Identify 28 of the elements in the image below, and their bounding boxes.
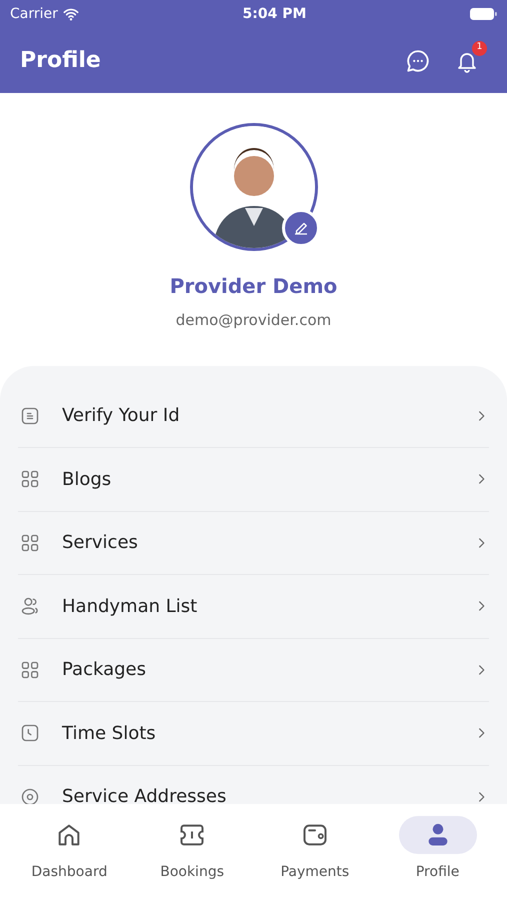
- battery-icon: [469, 7, 497, 21]
- menu-item[interactable]: Time Slots: [18, 702, 489, 766]
- grid-icon: [20, 660, 40, 680]
- chat-button[interactable]: [405, 48, 431, 74]
- nav-tab[interactable]: Payments: [254, 816, 376, 900]
- users-icon: [20, 596, 40, 616]
- menu-item[interactable]: Verify Your Id: [18, 384, 489, 448]
- nav-tab[interactable]: Bookings: [130, 816, 254, 900]
- nav-tab[interactable]: Dashboard: [8, 816, 131, 900]
- clock-icon: [20, 723, 40, 744]
- profile-email: demo@provider.com: [174, 310, 332, 331]
- menu-item[interactable]: Packages: [18, 638, 489, 702]
- carrier-name: Carrier: [10, 4, 58, 24]
- document-icon: [20, 406, 40, 426]
- screen-title: Profile: [20, 47, 102, 75]
- profile-name: Provider Demo: [168, 273, 338, 300]
- chat-icon: [405, 48, 431, 74]
- grid-icon: [20, 532, 40, 553]
- wifi-icon: [62, 7, 80, 21]
- location-icon: [20, 786, 40, 804]
- notification-count: 1: [472, 40, 487, 56]
- notifications-button[interactable]: 1: [455, 40, 487, 74]
- nav-tab[interactable]: Profile: [376, 816, 499, 900]
- menu-item[interactable]: Blogs: [18, 448, 489, 512]
- status-time: 5:04 PM: [242, 4, 306, 24]
- menu-item[interactable]: Services: [18, 512, 489, 575]
- grid-icon: [20, 469, 40, 490]
- menu-item[interactable]: Handyman List: [18, 575, 489, 638]
